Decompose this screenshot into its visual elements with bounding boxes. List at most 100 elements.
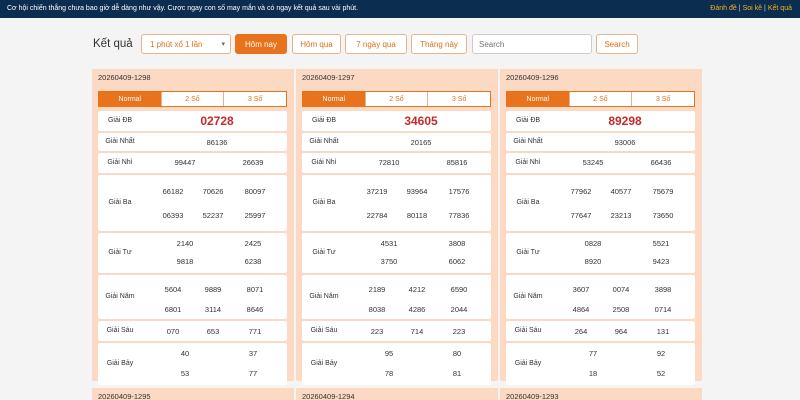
search-button[interactable]: Search bbox=[596, 34, 638, 54]
link-danh-de[interactable]: Đánh đề bbox=[710, 5, 736, 12]
draw-id: 20260409-1293 bbox=[500, 388, 702, 400]
divider: | bbox=[738, 5, 741, 12]
prize-number: 6062 bbox=[448, 257, 466, 266]
tab-normal[interactable]: Normal bbox=[507, 92, 569, 106]
today-button[interactable]: Hôm nay bbox=[235, 34, 287, 54]
prize-number: 23213 bbox=[610, 211, 632, 220]
prize-number: 4212 bbox=[408, 285, 426, 294]
prize-number: 80097 bbox=[244, 187, 266, 196]
prize-row-nhat: Giải Nhất 93006 bbox=[506, 133, 695, 151]
search-input[interactable] bbox=[479, 39, 591, 49]
prize-number: 223 bbox=[370, 327, 384, 336]
prize-row-db: Giải ĐB 34605 bbox=[302, 111, 491, 131]
prize-number: 93006 bbox=[614, 138, 636, 147]
prize-number: 3898 bbox=[654, 285, 672, 294]
prize-number: 5604 bbox=[164, 285, 182, 294]
prize-label: Giải Năm bbox=[513, 293, 543, 300]
prize-label: Giải Năm bbox=[309, 293, 339, 300]
prize-number: 4286 bbox=[408, 305, 426, 314]
link-soi-ke[interactable]: Soi kê bbox=[743, 5, 762, 12]
divider: | bbox=[764, 5, 766, 12]
yesterday-button[interactable]: Hôm qua bbox=[292, 34, 341, 54]
prize-number: 9889 bbox=[204, 285, 222, 294]
tab-normal[interactable]: Normal bbox=[99, 92, 161, 106]
prize-label: Giải Bảy bbox=[310, 360, 338, 367]
frequency-select[interactable]: 1 phút xổ 1 lần ▾ bbox=[141, 34, 231, 54]
prize-label: Giải Sáu bbox=[514, 327, 542, 334]
prize-number: 070 bbox=[166, 327, 180, 336]
prize-number: 80118 bbox=[406, 211, 428, 220]
prize-number: 77962 bbox=[570, 187, 592, 196]
last-7-days-button[interactable]: 7 ngày qua bbox=[345, 34, 407, 54]
prize-number: 2425 bbox=[244, 239, 262, 248]
tab-3-so[interactable]: 3 Số bbox=[223, 92, 286, 106]
prize-number: 8071 bbox=[246, 285, 264, 294]
prize-row-nam: Giải Năm 3607 0074 3898 4864 2508 0714 bbox=[506, 275, 695, 319]
result-mode-tabs: Normal 2 Số 3 Số bbox=[302, 91, 491, 107]
this-month-button[interactable]: Tháng này bbox=[411, 34, 467, 54]
top-banner: Cơ hội chiến thắng chưa bao giờ dễ dàng … bbox=[0, 0, 800, 18]
prize-row-sau: Giải Sáu 264 964 131 bbox=[506, 321, 695, 341]
prize-number: 86136 bbox=[206, 138, 228, 147]
prize-label: Giải Nhất bbox=[513, 138, 543, 145]
prize-number: 92 bbox=[656, 349, 666, 358]
tab-2-so[interactable]: 2 Số bbox=[568, 92, 632, 106]
prize-number: 66436 bbox=[650, 158, 672, 167]
draw-id: 20260409-1296 bbox=[500, 69, 702, 85]
prize-number: 77 bbox=[588, 349, 598, 358]
tab-3-so[interactable]: 3 Số bbox=[631, 92, 694, 106]
prize-row-tu: Giải Tư 2140 2425 9818 6238 bbox=[98, 233, 287, 273]
frequency-select-value: 1 phút xổ 1 lần bbox=[150, 39, 203, 49]
prize-row-nam: Giải Năm 2189 4212 6590 8038 4286 2044 bbox=[302, 275, 491, 319]
prize-number: 0828 bbox=[584, 239, 602, 248]
prize-number: 85816 bbox=[446, 158, 468, 167]
prize-row-db: Giải ĐB 89298 bbox=[506, 111, 695, 131]
prize-label: Giải Ba bbox=[312, 199, 336, 206]
prize-row-sau: Giải Sáu 070 653 771 bbox=[98, 321, 287, 341]
prize-number: 70626 bbox=[202, 187, 224, 196]
prize-number: 8646 bbox=[246, 305, 264, 314]
prize-number: 3607 bbox=[572, 285, 590, 294]
prize-row-bay: Giải Bảy 95 80 78 81 bbox=[302, 343, 491, 385]
prize-row-ba: Giải Ba 37219 93964 17576 22784 80118 77836 bbox=[302, 175, 491, 231]
prize-label: Giải Sáu bbox=[106, 327, 134, 334]
prize-number: 25997 bbox=[244, 211, 266, 220]
prize-label: Giải Nhì bbox=[107, 159, 133, 166]
link-ket-qua[interactable]: Kết quả bbox=[768, 5, 792, 12]
prize-number: 3114 bbox=[204, 305, 222, 314]
prize-number: 77647 bbox=[570, 211, 592, 220]
prize-label: Giải Ba bbox=[108, 199, 132, 206]
prize-number: 40577 bbox=[610, 187, 632, 196]
prize-label: Giải ĐB bbox=[107, 117, 133, 124]
draw-id: 20260409-1294 bbox=[296, 388, 498, 400]
prize-number: 771 bbox=[248, 327, 262, 336]
banner-message: Cơ hội chiến thắng chưa bao giờ dễ dàng … bbox=[7, 5, 359, 12]
prize-label: Giải ĐB bbox=[311, 117, 337, 124]
filter-bar: Kết quả bbox=[93, 34, 141, 54]
draw-id: 20260409-1297 bbox=[296, 69, 498, 85]
prize-number: 9818 bbox=[176, 257, 194, 266]
prize-number: 8920 bbox=[584, 257, 602, 266]
prize-row-nhat: Giải Nhất 20165 bbox=[302, 133, 491, 151]
prize-number: 89298 bbox=[608, 114, 642, 128]
draw-panel: 20260409-1297 Normal 2 Số 3 Số Giải ĐB 34605 G… bbox=[296, 69, 498, 385]
tab-normal[interactable]: Normal bbox=[303, 92, 365, 106]
top-links: Đánh đề | Soi kê | Kết quả bbox=[710, 5, 792, 12]
prize-number: 714 bbox=[410, 327, 424, 336]
prize-number: 653 bbox=[206, 327, 220, 336]
draw-panel: 20260409-1293 bbox=[500, 388, 702, 400]
prize-number: 78 bbox=[384, 369, 394, 378]
prize-number: 17576 bbox=[448, 187, 470, 196]
tab-2-so[interactable]: 2 Số bbox=[160, 92, 224, 106]
prize-number: 52237 bbox=[202, 211, 224, 220]
tab-3-so[interactable]: 3 Số bbox=[427, 92, 490, 106]
prize-number: 0714 bbox=[654, 305, 672, 314]
prize-number: 26639 bbox=[242, 158, 264, 167]
prize-number: 53 bbox=[180, 369, 190, 378]
prize-row-nhi: Giải Nhì 72810 85816 bbox=[302, 153, 491, 173]
prize-number: 99447 bbox=[174, 158, 196, 167]
prize-number: 264 bbox=[574, 327, 588, 336]
prize-number: 22784 bbox=[366, 211, 388, 220]
prize-label: Giải Nhất bbox=[105, 138, 135, 145]
tab-2-so[interactable]: 2 Số bbox=[364, 92, 428, 106]
